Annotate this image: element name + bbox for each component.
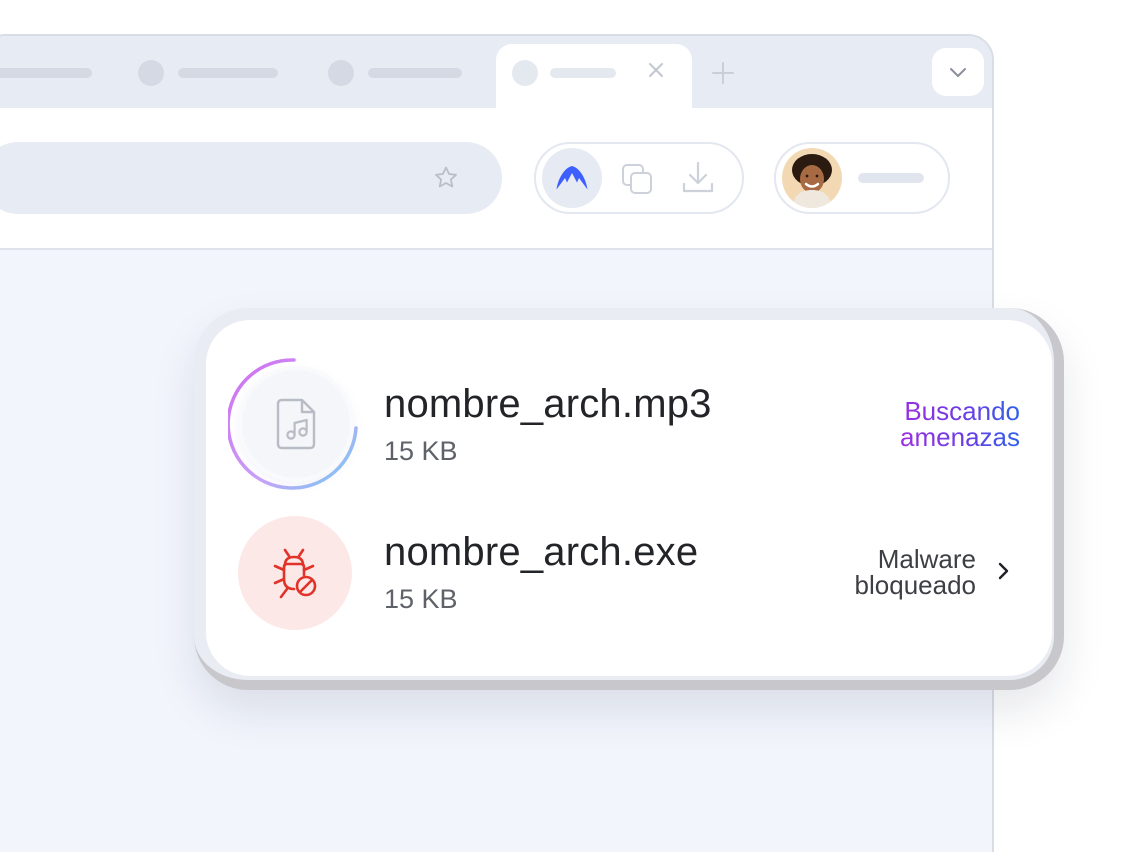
active-tab[interactable] <box>496 44 692 110</box>
avatar <box>782 148 842 208</box>
malware-status: Malware bloqueado <box>855 546 976 598</box>
downloads-panel: nombre_arch.mp3 15 KB Buscando amenazas <box>206 320 1052 676</box>
bug-blocked-icon <box>273 548 317 599</box>
chevron-down-icon <box>950 68 966 77</box>
extensions-group <box>534 142 744 214</box>
malware-icon-bg <box>238 516 352 630</box>
file-name: nombre_arch.mp3 <box>384 382 712 426</box>
copy-icon[interactable] <box>620 162 654 196</box>
inactive-tab-1[interactable] <box>0 60 112 86</box>
tab-strip <box>0 36 992 110</box>
tab-title-placeholder <box>178 68 278 78</box>
download-icon[interactable] <box>680 160 716 196</box>
star-icon[interactable] <box>432 164 460 192</box>
browser-toolbar <box>0 108 992 250</box>
file-name: nombre_arch.exe <box>384 530 699 574</box>
file-icon-container <box>228 356 364 492</box>
tab-favicon-placeholder <box>512 60 538 86</box>
nordvpn-extension-button[interactable] <box>542 148 602 208</box>
tab-favicon-placeholder <box>138 60 164 86</box>
download-item[interactable]: nombre_arch.exe 15 KB Malware bloqueado <box>206 500 1052 650</box>
malware-status-line: Malware <box>877 544 976 574</box>
file-size: 15 KB <box>384 584 458 614</box>
close-icon[interactable] <box>644 58 668 82</box>
download-item[interactable]: nombre_arch.mp3 15 KB Buscando amenazas <box>206 348 1052 498</box>
inactive-tab-2[interactable] <box>138 60 288 86</box>
chevron-right-icon[interactable] <box>992 560 1014 582</box>
address-bar[interactable] <box>0 142 502 214</box>
file-size: 15 KB <box>384 436 458 466</box>
tab-title-placeholder <box>550 68 616 78</box>
tab-title-placeholder <box>368 68 462 78</box>
tab-favicon-placeholder <box>328 60 354 86</box>
nordvpn-icon <box>556 166 588 190</box>
tab-menu-button[interactable] <box>932 48 984 96</box>
scan-status: Buscando amenazas <box>900 398 1020 450</box>
inactive-tab-3[interactable] <box>328 60 478 86</box>
scan-status-line: Buscando <box>904 396 1020 426</box>
file-icon-bg <box>242 370 350 478</box>
music-file-icon <box>276 398 316 450</box>
plus-icon[interactable] <box>710 60 736 86</box>
profile-button[interactable] <box>774 142 950 214</box>
scan-status-line: amenazas <box>900 422 1020 452</box>
profile-name-placeholder <box>858 173 924 183</box>
malware-status-line: bloqueado <box>854 570 976 600</box>
tab-title-placeholder <box>0 68 92 78</box>
